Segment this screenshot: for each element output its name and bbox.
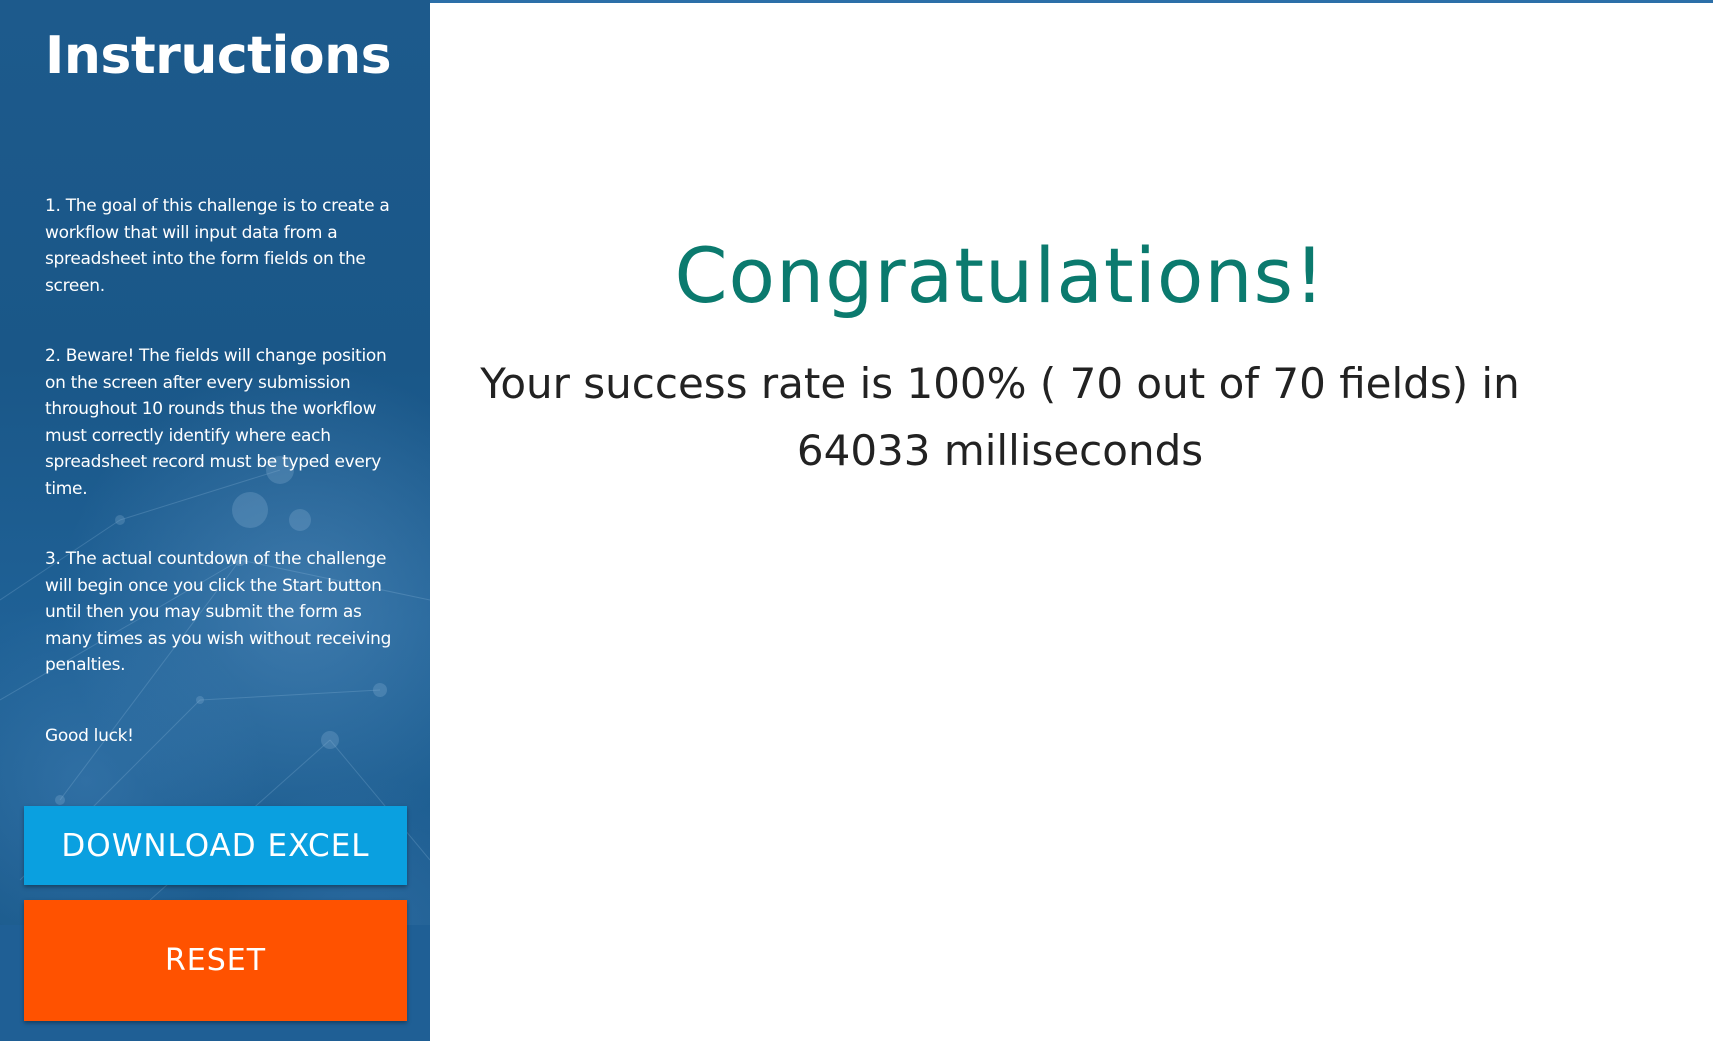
congratulations-heading: Congratulations! [674,231,1326,320]
app-window: Instructions 1. The goal of this challen… [0,0,1713,1041]
download-excel-button[interactable]: DOWNLOAD EXCEL [24,806,407,885]
instructions-sidebar: Instructions 1. The goal of this challen… [0,0,430,1041]
reset-button[interactable]: RESET [24,900,407,1021]
instruction-paragraph-1: 1. The goal of this challenge is to crea… [45,196,390,296]
instructions-text: 1. The goal of this challenge is to crea… [45,193,395,793]
main-content: Congratulations! Your success rate is 10… [430,3,1713,1041]
instruction-paragraph-2: 2. Beware! The fields will change positi… [45,346,387,499]
success-rate-message: Your success rate is 100% ( 70 out of 70… [480,359,1520,475]
good-luck-text: Good luck! [45,725,134,746]
instruction-paragraph-3: 3. The actual countdown of the challenge… [45,549,392,675]
sidebar-title: Instructions [45,26,392,86]
